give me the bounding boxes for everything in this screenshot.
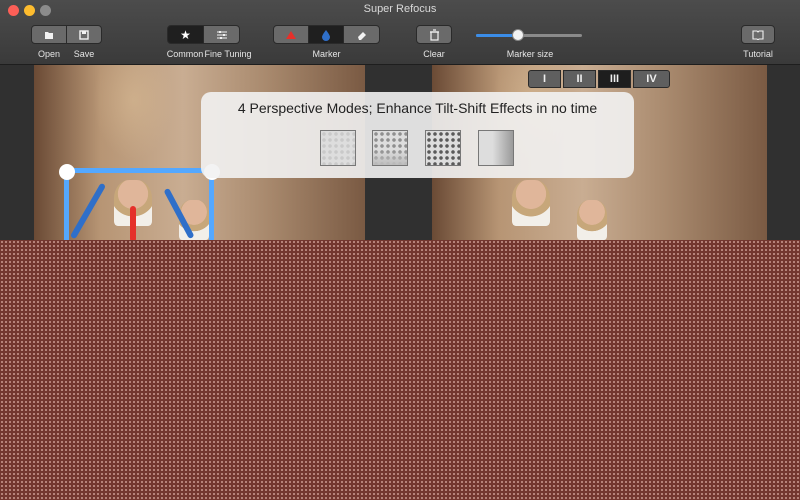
save-label: Save [73,49,95,59]
promo-overlay: 4 Perspective Modes; Enhance Tilt-Shift … [201,92,634,178]
mode-button-iii[interactable]: III [598,70,631,88]
sliders-icon [216,30,227,39]
clear-button[interactable] [416,25,452,44]
perspective-mode-4-icon [478,130,514,166]
marker-blue-button[interactable] [308,25,344,44]
marker-size-slider-knob[interactable] [512,29,525,41]
common-button[interactable]: ★ [167,25,204,44]
perspective-mode-1-icon [320,130,356,166]
save-button[interactable] [66,25,102,44]
star-icon: ★ [180,27,191,42]
blue-drop-icon [322,29,330,41]
tutorial-label: Tutorial [743,49,773,59]
red-triangle-icon [286,30,296,39]
fine-tuning-label: Fine Tuning [204,49,252,59]
open-icon [45,31,53,39]
promo-headline: 4 Perspective Modes; Enhance Tilt-Shift … [237,100,598,116]
mode-button-iv[interactable]: IV [633,70,670,88]
focus-selection-frame[interactable] [64,168,214,248]
book-icon [752,29,764,40]
clear-label: Clear [423,49,445,59]
marker-red-button[interactable] [273,25,309,44]
toolbar: Super Refocus Open Save ★ Common Fine Tu… [0,0,800,65]
selection-handle-left[interactable] [59,164,75,180]
open-label: Open [37,49,61,59]
person-figure [577,200,607,240]
mode-button-i[interactable]: I [528,70,561,88]
tutorial-button[interactable] [741,25,775,44]
open-button[interactable] [31,25,67,44]
marker-label: Marker [312,49,341,59]
mode-button-ii[interactable]: II [563,70,596,88]
left-margin [0,65,34,240]
marker-size-label: Marker size [506,49,554,59]
perspective-mode-2-icon [372,130,408,166]
trash-icon [429,28,439,41]
marker-size-slider[interactable] [476,34,582,37]
save-icon [79,29,89,40]
eraser-icon [357,31,366,40]
person-figure [512,180,550,226]
eraser-button[interactable] [343,25,380,44]
fine-tuning-button[interactable] [203,25,240,44]
perspective-mode-3-icon [425,130,461,166]
blur-mask-overlay[interactable] [0,240,800,500]
window-title: Super Refocus [363,3,437,15]
right-margin [767,65,800,240]
